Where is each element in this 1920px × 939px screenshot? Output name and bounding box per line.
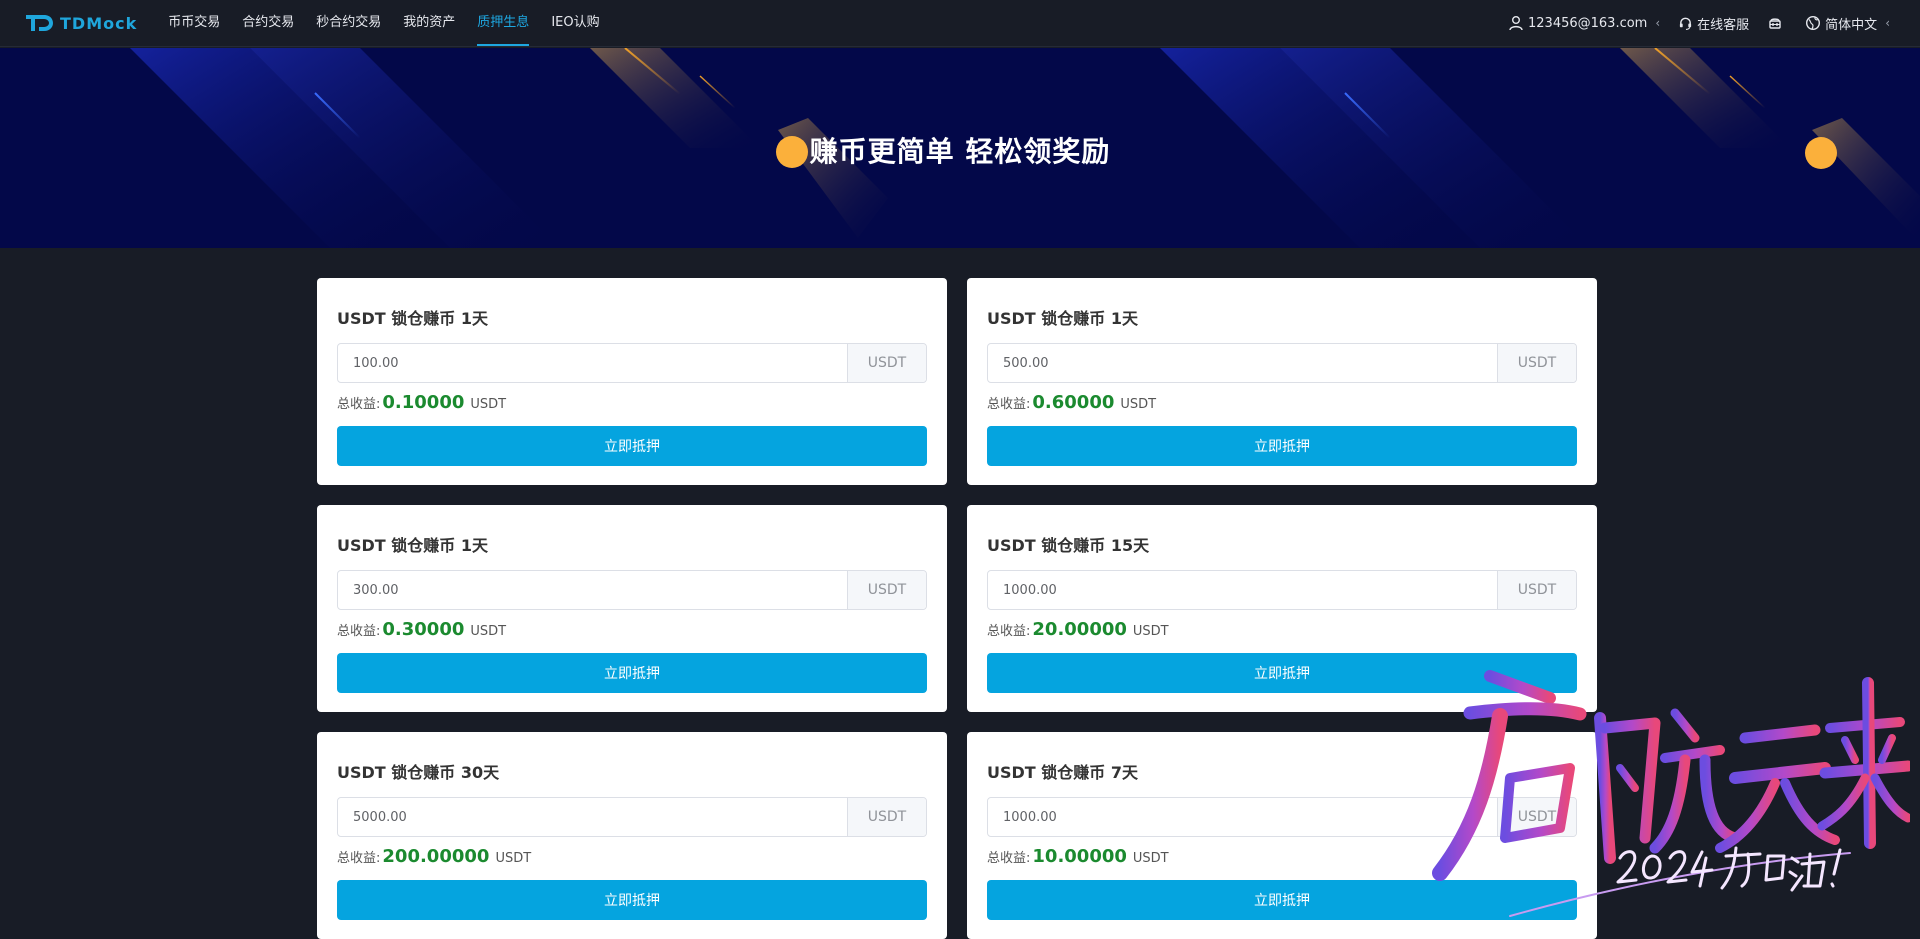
support-label: 在线客服 [1697,17,1750,33]
income-unit: USDT [1132,851,1169,866]
amount-input[interactable] [338,798,847,836]
amount-input-group: USDT [337,797,927,837]
amount-input[interactable] [338,571,847,609]
nav-item-futures[interactable]: 合约交易 [231,0,305,47]
amount-input-group: USDT [987,570,1577,610]
income-unit: USDT [470,624,507,639]
amount-input[interactable] [988,798,1497,836]
income-row: 总收益: 0.30000 USDT [337,619,927,643]
android-icon [1769,18,1781,29]
hero-banner: 赚币更简单 轻松领奖励 [0,48,1920,248]
card-title: USDT 锁仓赚币 1天 [987,309,1138,328]
amount-input-group: USDT [987,797,1577,837]
stake-now-button[interactable]: 立即抵押 [337,653,927,693]
amount-input-group: USDT [337,570,927,610]
amount-unit: USDT [1497,344,1576,382]
income-label: 总收益: [337,397,381,412]
income-row: 总收益: 10.00000 USDT [987,846,1577,870]
income-unit: USDT [1132,624,1169,639]
banner-title: 赚币更简单 轻松领奖励 [809,135,1111,168]
account-menu[interactable]: 123456@163.com ‹ [1508,15,1660,31]
nav-item-options[interactable]: 秒合约交易 [305,0,392,47]
income-value: 0.30000 [382,619,465,640]
income-label: 总收益: [987,851,1031,866]
staking-card: USDT 锁仓赚币 30天 USDT 总收益: 200.00000 USDT 立… [317,732,947,939]
nav-item-ieo[interactable]: IEO认购 [540,0,610,47]
language-selector[interactable]: 简体中文 ‹ [1805,14,1890,33]
card-title: USDT 锁仓赚币 15天 [987,536,1150,555]
headset-icon [1680,17,1692,30]
staking-products: USDT 锁仓赚币 1天 USDT 总收益: 0.10000 USDT 立即抵押… [317,278,1597,939]
amount-unit: USDT [847,344,926,382]
chevron-left-icon: ‹ [1655,16,1661,30]
chevron-left-icon: ‹ [1885,16,1890,30]
account-email: 123456@163.com [1528,15,1648,31]
income-row: 总收益: 20.00000 USDT [987,619,1577,643]
card-title: USDT 锁仓赚币 30天 [337,763,500,782]
language-label: 简体中文 [1825,17,1878,33]
income-value: 0.10000 [382,392,465,413]
amount-input[interactable] [988,344,1497,382]
staking-card: USDT 锁仓赚币 7天 USDT 总收益: 10.00000 USDT 立即抵… [967,732,1597,939]
income-label: 总收益: [337,851,381,866]
income-value: 200.00000 [382,846,490,867]
income-label: 总收益: [337,624,381,639]
amount-input-group: USDT [337,343,927,383]
amount-input-group: USDT [987,343,1577,383]
amount-input[interactable] [338,344,847,382]
top-navbar: TDMock 币币交易 合约交易 秒合约交易 我的资产 质押生息 IEO认购 1… [0,0,1920,47]
income-label: 总收益: [987,624,1031,639]
user-icon [1509,16,1523,31]
income-row: 总收益: 0.60000 USDT [987,392,1577,416]
nav-item-staking[interactable]: 质押生息 [466,0,540,47]
globe-icon [1806,15,1821,31]
income-unit: USDT [470,397,507,412]
amount-unit: USDT [1497,571,1576,609]
income-label: 总收益: [987,397,1031,412]
staking-card: USDT 锁仓赚币 1天 USDT 总收益: 0.10000 USDT 立即抵押 [317,278,947,485]
income-unit: USDT [1120,397,1157,412]
amount-unit: USDT [847,798,926,836]
main-nav: 币币交易 合约交易 秒合约交易 我的资产 质押生息 IEO认购 [157,0,610,47]
income-value: 20.00000 [1032,619,1127,640]
brand-name: TDMock [60,13,138,33]
amount-unit: USDT [847,571,926,609]
income-unit: USDT [495,851,532,866]
nav-item-spot[interactable]: 币币交易 [157,0,231,47]
download-app-button[interactable] [1767,15,1787,31]
card-title: USDT 锁仓赚币 1天 [337,309,488,328]
staking-card: USDT 锁仓赚币 1天 USDT 总收益: 0.60000 USDT 立即抵押 [967,278,1597,485]
stake-now-button[interactable]: 立即抵押 [987,653,1577,693]
income-row: 总收益: 200.00000 USDT [337,846,927,870]
support-link[interactable]: 在线客服 [1678,14,1749,33]
stake-now-button[interactable]: 立即抵押 [337,880,927,920]
nav-item-assets[interactable]: 我的资产 [392,0,466,47]
stake-now-button[interactable]: 立即抵押 [337,426,927,466]
header-tools: 123456@163.com ‹ 在线客服 简体中文 ‹ [1490,14,1890,33]
amount-unit: USDT [1497,798,1576,836]
stake-now-button[interactable]: 立即抵押 [987,880,1577,920]
staking-card: USDT 锁仓赚币 15天 USDT 总收益: 20.00000 USDT 立即… [967,505,1597,712]
card-title: USDT 锁仓赚币 7天 [987,763,1138,782]
income-row: 总收益: 0.10000 USDT [337,392,927,416]
stake-now-button[interactable]: 立即抵押 [987,426,1577,466]
amount-input[interactable] [988,571,1497,609]
income-value: 0.60000 [1032,392,1115,413]
income-value: 10.00000 [1032,846,1127,867]
logo-icon [26,15,53,31]
brand-logo[interactable]: TDMock [24,12,137,34]
card-title: USDT 锁仓赚币 1天 [337,536,488,555]
staking-card: USDT 锁仓赚币 1天 USDT 总收益: 0.30000 USDT 立即抵押 [317,505,947,712]
